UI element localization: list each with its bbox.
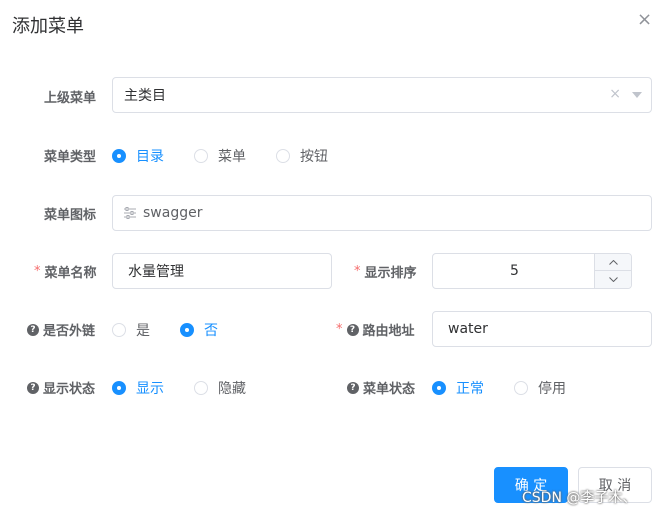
- menu-icon-input[interactable]: swagger: [112, 195, 652, 231]
- route-label: * ? 路由地址: [336, 322, 415, 339]
- menu-name-label: * 菜单名称: [34, 264, 97, 281]
- is-frame-radio-yes[interactable]: 是: [112, 320, 150, 340]
- visible-radio-hide[interactable]: 隐藏: [194, 378, 246, 398]
- increase-button[interactable]: [595, 254, 631, 271]
- radio-checked-icon: [112, 149, 126, 163]
- question-circle-icon[interactable]: ?: [27, 381, 39, 394]
- parent-menu-label: 上级菜单: [44, 91, 97, 106]
- chevron-down-icon: [608, 277, 618, 282]
- menu-name-input[interactable]: 水量管理: [112, 253, 332, 289]
- radio-checked-icon: [180, 323, 194, 337]
- menu-type-radio-menu[interactable]: 菜单: [194, 146, 246, 166]
- status-label: ? 菜单状态: [347, 378, 415, 397]
- close-icon[interactable]: ×: [637, 11, 652, 29]
- chevron-up-icon: [608, 259, 618, 265]
- watermark: CSDN @李子木、: [522, 490, 637, 506]
- menu-type-label: 菜单类型: [44, 150, 97, 165]
- order-label: * 显示排序: [354, 264, 417, 281]
- caret-down-icon[interactable]: [632, 92, 642, 98]
- order-input-number[interactable]: 5: [432, 253, 632, 289]
- radio-unchecked-icon: [112, 323, 126, 337]
- parent-menu-select[interactable]: 主类目 ×: [112, 77, 652, 113]
- status-radio-normal[interactable]: 正常: [432, 378, 484, 398]
- question-circle-icon[interactable]: ?: [346, 323, 359, 336]
- required-mark: *: [336, 322, 343, 337]
- visible-radio-show[interactable]: 显示: [112, 378, 164, 398]
- parent-menu-value: 主类目: [124, 88, 166, 104]
- clear-icon[interactable]: ×: [609, 86, 621, 102]
- required-mark: *: [354, 264, 361, 279]
- route-value: water: [448, 321, 488, 337]
- menu-icon-value: swagger: [143, 205, 203, 221]
- dialog-title: 添加菜单: [12, 16, 84, 37]
- decrease-button[interactable]: [595, 271, 631, 288]
- radio-unchecked-icon: [276, 149, 290, 163]
- radio-checked-icon: [112, 381, 126, 395]
- required-mark: *: [34, 264, 41, 279]
- radio-unchecked-icon: [194, 381, 208, 395]
- order-stepper: [594, 254, 631, 288]
- radio-checked-icon: [432, 381, 446, 395]
- menu-name-value: 水量管理: [128, 264, 184, 280]
- status-radio-disabled[interactable]: 停用: [514, 378, 566, 398]
- is-frame-label: ? 是否外链: [27, 320, 95, 339]
- radio-unchecked-icon: [514, 381, 528, 395]
- radio-unchecked-icon: [194, 149, 208, 163]
- sliders-icon: [124, 207, 136, 219]
- route-input[interactable]: water: [432, 311, 652, 347]
- question-circle-icon[interactable]: ?: [27, 323, 39, 336]
- menu-type-radio-directory[interactable]: 目录: [112, 146, 164, 166]
- menu-icon-label: 菜单图标: [44, 208, 97, 223]
- is-frame-radio-no[interactable]: 否: [180, 320, 218, 340]
- order-value: 5: [510, 263, 519, 279]
- question-circle-icon[interactable]: ?: [347, 381, 359, 394]
- menu-type-radio-button[interactable]: 按钮: [276, 146, 328, 166]
- visible-label: ? 显示状态: [27, 378, 95, 397]
